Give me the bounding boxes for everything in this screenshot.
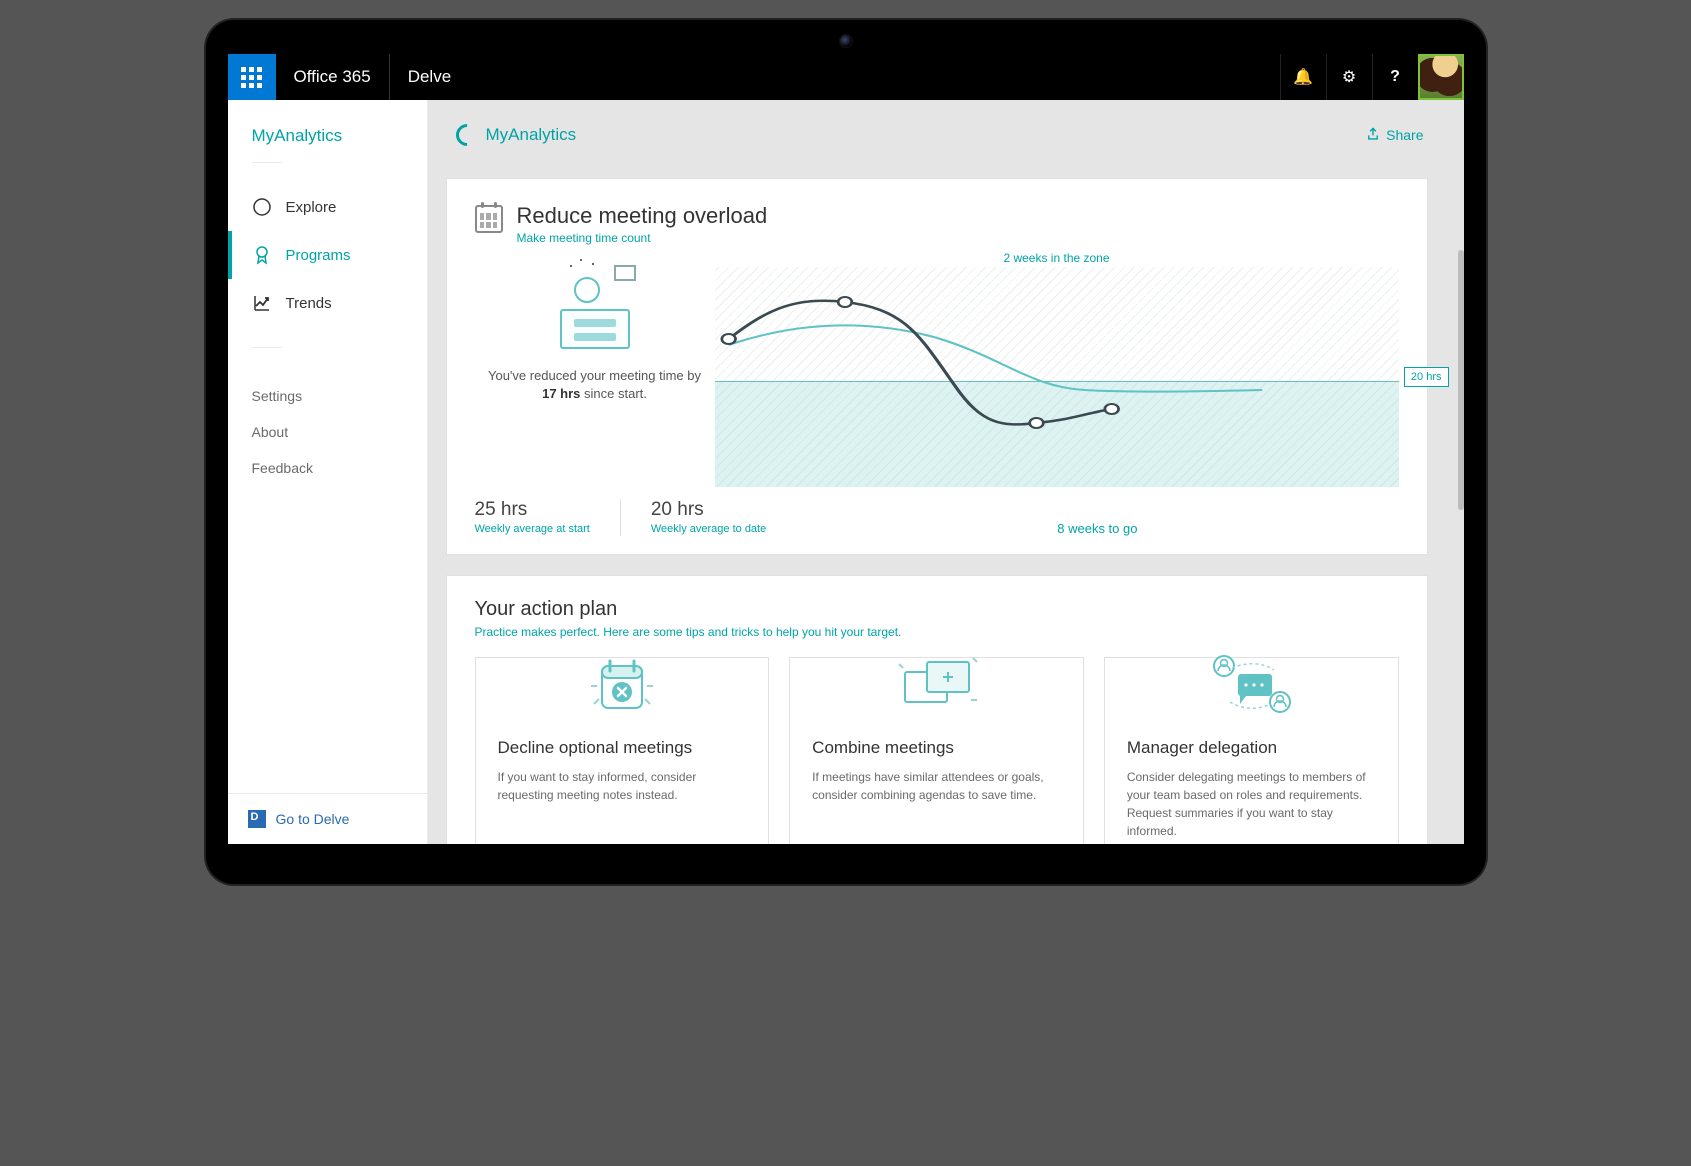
delegation-icon (1127, 644, 1376, 734)
waffle-icon (241, 67, 262, 88)
tip-manager-delegation[interactable]: Manager delegation Consider delegating m… (1104, 657, 1399, 844)
analytics-ring-icon (451, 119, 482, 150)
bell-icon: 🔔 (1293, 67, 1313, 87)
divider (252, 162, 282, 163)
page-brand-label: MyAnalytics (486, 125, 577, 145)
compass-icon (252, 197, 272, 217)
sidebar-link-settings[interactable]: Settings (252, 388, 403, 404)
stat-value: 20 hrs (651, 499, 766, 521)
progress-chart: 2 weeks in the zone (715, 251, 1399, 487)
go-to-delve-link[interactable]: Go to Delve (228, 793, 427, 844)
app-label[interactable]: Delve (390, 54, 469, 100)
sidebar-item-label: Explore (286, 199, 337, 216)
page-brand: MyAnalytics (456, 124, 577, 146)
topbar: Office 365 Delve 🔔 ⚙ ? (228, 54, 1464, 100)
sidebar-link-feedback[interactable]: Feedback (252, 460, 403, 476)
action-plan-title: Your action plan (475, 598, 1399, 621)
share-button[interactable]: Share (1366, 127, 1423, 144)
sidebar-item-trends[interactable]: Trends (228, 279, 427, 327)
ribbon-icon (252, 245, 272, 265)
stat-label: Weekly average to date (651, 523, 766, 535)
share-label: Share (1386, 127, 1423, 143)
card-title: Reduce meeting overload (517, 203, 768, 229)
decline-calendar-icon (498, 644, 747, 734)
tip-decline-meetings[interactable]: Decline optional meetings If you want to… (475, 657, 770, 844)
combine-windows-icon (812, 644, 1061, 734)
meeting-overload-card: Reduce meeting overload Make meeting tim… (446, 178, 1428, 555)
stat-start: 25 hrs Weekly average at start (475, 499, 620, 536)
app-launcher-button[interactable] (228, 54, 276, 100)
profile-avatar[interactable] (1418, 54, 1464, 100)
action-plan-subtitle: Practice makes perfect. Here are some ti… (475, 625, 1399, 639)
presenter-illustration (550, 279, 640, 349)
scrollbar[interactable] (1458, 250, 1464, 510)
action-plan-card: Your action plan Practice makes perfect.… (446, 575, 1428, 844)
footer-label: Go to Delve (276, 811, 350, 827)
sidebar-item-programs[interactable]: Programs (228, 231, 427, 279)
tip-title: Combine meetings (812, 738, 1061, 758)
sidebar: MyAnalytics Explore Programs (228, 100, 428, 844)
camera-icon (839, 34, 853, 48)
gear-icon: ⚙ (1342, 67, 1356, 87)
tip-body: Consider delegating meetings to members … (1127, 768, 1376, 840)
stat-label: Weekly average at start (475, 523, 590, 535)
reduction-text: You've reduced your meeting time by 17 h… (485, 367, 705, 403)
tablet-frame: Office 365 Delve 🔔 ⚙ ? MyAnalytics (206, 20, 1486, 884)
stat-current: 20 hrs Weekly average to date (620, 499, 796, 536)
delve-icon (248, 810, 266, 828)
sidebar-item-label: Trends (286, 295, 332, 312)
main-content: MyAnalytics Share (428, 100, 1464, 844)
tip-body: If meetings have similar attendees or go… (812, 768, 1061, 804)
zone-label: 2 weeks in the zone (715, 251, 1399, 265)
notifications-button[interactable]: 🔔 (1280, 54, 1326, 100)
settings-button[interactable]: ⚙ (1326, 54, 1372, 100)
tip-title: Manager delegation (1127, 738, 1376, 758)
divider (252, 347, 282, 348)
trend-icon (252, 293, 272, 313)
sidebar-item-explore[interactable]: Explore (228, 183, 427, 231)
sidebar-item-label: Programs (286, 247, 351, 264)
share-icon (1366, 127, 1380, 144)
stat-value: 25 hrs (475, 499, 590, 521)
tip-body: If you want to stay informed, consider r… (498, 768, 747, 804)
screen: Office 365 Delve 🔔 ⚙ ? MyAnalytics (228, 54, 1464, 844)
sidebar-link-about[interactable]: About (252, 424, 403, 440)
suite-label[interactable]: Office 365 (276, 54, 390, 100)
help-button[interactable]: ? (1372, 54, 1418, 100)
weeks-to-go: 8 weeks to go (796, 499, 1398, 536)
tip-title: Decline optional meetings (498, 738, 747, 758)
calendar-icon (475, 205, 503, 233)
card-subtitle: Make meeting time count (517, 231, 768, 245)
help-icon: ? (1390, 68, 1400, 86)
target-tag: 20 hrs (1404, 367, 1449, 387)
tip-combine-meetings[interactable]: Combine meetings If meetings have simila… (789, 657, 1084, 844)
main-header: MyAnalytics Share (428, 100, 1464, 154)
sidebar-title: MyAnalytics (228, 120, 427, 162)
